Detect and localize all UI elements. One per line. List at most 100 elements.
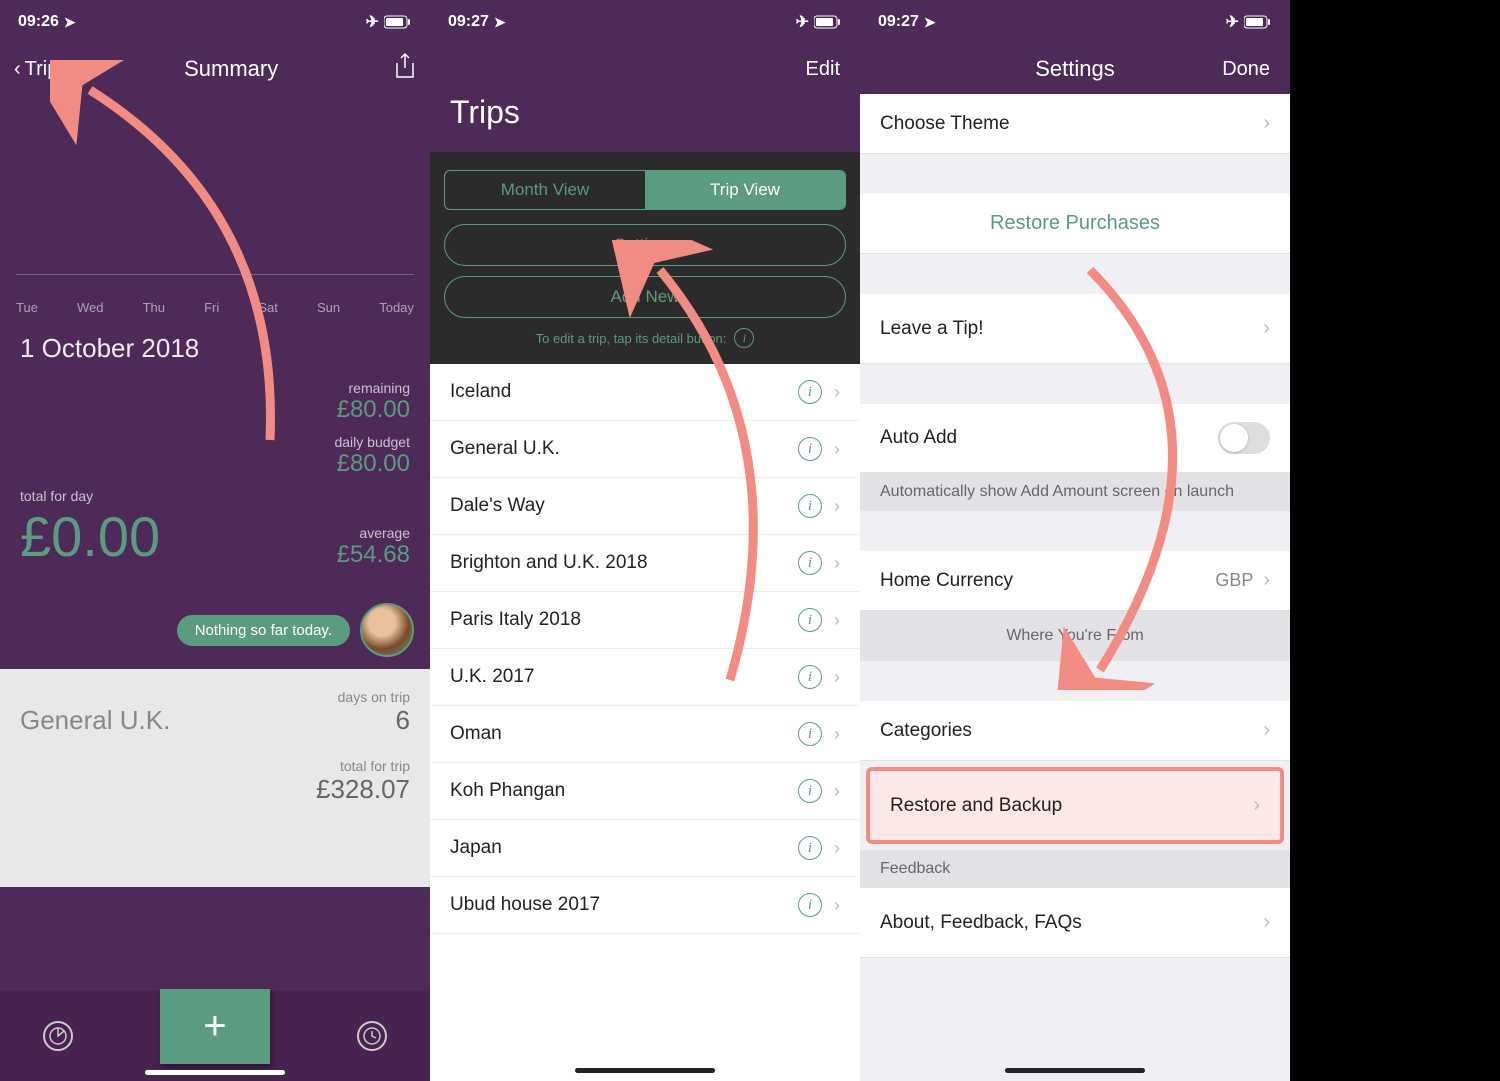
chevron-left-icon: ‹	[14, 58, 21, 81]
home-currency-row[interactable]: Home CurrencyGBP›	[860, 551, 1290, 611]
list-item[interactable]: Japani›	[430, 820, 860, 877]
list-item[interactable]: Dale's Wayi›	[430, 478, 860, 535]
avatar[interactable]	[360, 603, 414, 657]
list-item[interactable]: Koh Phangani›	[430, 763, 860, 820]
categories-row[interactable]: Categories›	[860, 701, 1290, 761]
chevron-right-icon: ›	[834, 724, 840, 745]
info-icon[interactable]: i	[798, 722, 822, 746]
page-title: Summary	[184, 56, 278, 82]
remaining-label: remaining	[337, 380, 410, 396]
chevron-right-icon: ›	[834, 553, 840, 574]
list-item[interactable]: Paris Italy 2018i›	[430, 592, 860, 649]
screen-trips: 09:27 ➤ ✈ Edit Trips Month View Trip Vie…	[430, 0, 860, 1081]
total-day-value: £0.00	[20, 504, 160, 569]
remaining-value: £80.00	[337, 396, 410, 424]
page-title: Trips	[430, 94, 860, 137]
airplane-icon: ✈	[366, 12, 379, 32]
info-icon[interactable]: i	[798, 551, 822, 575]
chevron-right-icon: ›	[1263, 911, 1270, 934]
feedback-section-label: Feedback	[860, 850, 1290, 888]
home-indicator[interactable]	[1005, 1068, 1145, 1073]
back-label: Trips	[25, 58, 69, 81]
info-icon: i	[734, 328, 754, 348]
choose-theme-row[interactable]: Choose Theme›	[860, 94, 1290, 154]
home-indicator[interactable]	[145, 1070, 285, 1075]
day-label: Tue	[16, 300, 38, 315]
leave-tip-row[interactable]: Leave a Tip!›	[860, 294, 1290, 364]
hint-bubble: Nothing so far today.	[177, 615, 350, 646]
month-view-tab[interactable]: Month View	[445, 171, 645, 209]
tab-bar: +	[0, 991, 430, 1081]
pie-chart-icon[interactable]	[43, 1021, 73, 1051]
day-label: Wed	[77, 300, 104, 315]
page-title: Settings	[940, 56, 1210, 82]
days-on-trip-value: 6	[338, 705, 410, 736]
nav-bar: ‹ Trips Summary	[0, 44, 430, 94]
day-label: Fri	[204, 300, 219, 315]
status-time: 09:26	[18, 13, 59, 31]
chart-area	[0, 94, 430, 294]
list-item[interactable]: Icelandi›	[430, 364, 860, 421]
trip-total-label: total for trip	[316, 758, 410, 774]
status-time: 09:27	[878, 13, 919, 31]
settings-button[interactable]: Settings	[444, 224, 846, 266]
info-icon[interactable]: i	[798, 608, 822, 632]
days-row: Tue Wed Thu Fri Sat Sun Today	[0, 294, 430, 315]
info-icon[interactable]: i	[798, 380, 822, 404]
list-item[interactable]: U.K. 2017i›	[430, 649, 860, 706]
done-button[interactable]: Done	[1210, 58, 1270, 81]
daily-budget-value: £80.00	[334, 450, 410, 478]
trip-panel: General U.K. days on trip 6 total for tr…	[0, 669, 430, 887]
list-item[interactable]: General U.K.i›	[430, 421, 860, 478]
about-row[interactable]: About, Feedback, FAQs›	[860, 888, 1290, 958]
status-bar: 09:27 ➤ ✈	[430, 0, 860, 44]
chevron-right-icon: ›	[834, 610, 840, 631]
battery-icon	[384, 15, 412, 29]
home-indicator[interactable]	[575, 1068, 715, 1073]
info-icon[interactable]: i	[798, 893, 822, 917]
nav-bar: Settings Done	[860, 44, 1290, 94]
chevron-right-icon: ›	[834, 382, 840, 403]
day-label: Today	[379, 300, 414, 315]
battery-icon	[1244, 15, 1272, 29]
chevron-right-icon: ›	[834, 838, 840, 859]
average-value: £54.68	[337, 541, 410, 569]
auto-add-toggle[interactable]	[1218, 422, 1270, 454]
battery-icon	[814, 15, 842, 29]
restore-purchases-button[interactable]: Restore Purchases	[860, 194, 1290, 254]
days-on-trip-label: days on trip	[338, 689, 410, 705]
share-button[interactable]	[394, 53, 416, 85]
total-day-label: total for day	[20, 488, 160, 504]
info-icon[interactable]: i	[798, 494, 822, 518]
chevron-right-icon: ›	[1263, 719, 1270, 742]
status-time: 09:27	[448, 13, 489, 31]
average-label: average	[337, 525, 410, 541]
airplane-icon: ✈	[796, 12, 809, 32]
status-bar: 09:26 ➤ ✈	[0, 0, 430, 44]
back-button[interactable]: ‹ Trips	[14, 58, 68, 81]
restore-backup-row[interactable]: Restore and Backup›	[866, 767, 1284, 844]
info-icon[interactable]: i	[798, 665, 822, 689]
nav-bar: Edit	[430, 44, 860, 94]
trip-view-tab[interactable]: Trip View	[645, 171, 845, 209]
info-icon[interactable]: i	[798, 779, 822, 803]
add-new-button[interactable]: Add New	[444, 276, 846, 318]
chevron-right-icon: ›	[834, 895, 840, 916]
chevron-right-icon: ›	[834, 439, 840, 460]
location-icon: ➤	[494, 14, 506, 31]
add-button[interactable]: +	[160, 989, 270, 1064]
controls-panel: Month View Trip View Settings Add New To…	[430, 152, 860, 364]
list-item[interactable]: Omani›	[430, 706, 860, 763]
chevron-right-icon: ›	[1263, 112, 1270, 135]
info-icon[interactable]: i	[798, 836, 822, 860]
list-item[interactable]: Ubud house 2017i›	[430, 877, 860, 934]
edit-button[interactable]: Edit	[806, 58, 840, 81]
info-icon[interactable]: i	[798, 437, 822, 461]
home-currency-value: GBP	[1215, 570, 1253, 591]
location-icon: ➤	[64, 14, 76, 31]
trip-name: General U.K.	[20, 705, 170, 736]
clock-icon[interactable]	[357, 1021, 387, 1051]
date-label: 1 October 2018	[20, 333, 410, 364]
day-label: Thu	[143, 300, 165, 315]
list-item[interactable]: Brighton and U.K. 2018i›	[430, 535, 860, 592]
